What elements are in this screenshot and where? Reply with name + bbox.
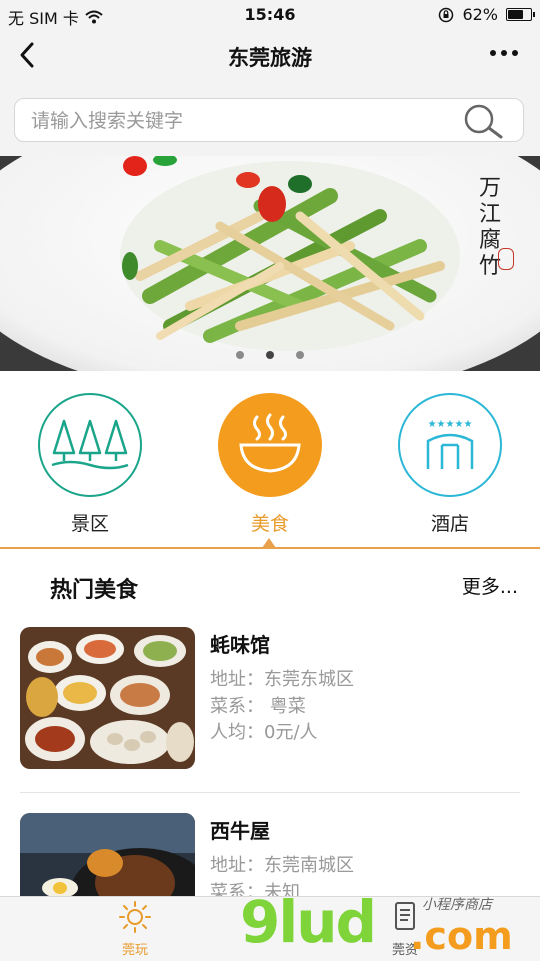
search-section xyxy=(0,82,540,156)
category-food[interactable]: 美食 xyxy=(215,393,325,536)
carousel-dot[interactable] xyxy=(236,351,244,359)
svg-text:★★★★★: ★★★★★ xyxy=(428,419,473,430)
category-scenic-circle xyxy=(38,393,142,497)
restaurant-cuisine: 菜系：未知 xyxy=(210,882,300,896)
tab-bar: 莞玩 莞资 xyxy=(0,896,540,961)
divider xyxy=(20,792,520,793)
tab-info-label: 莞资 xyxy=(391,943,418,958)
steaming-bowl-icon xyxy=(239,413,301,473)
category-food-label: 美食 xyxy=(250,513,289,535)
category-food-circle xyxy=(218,393,322,497)
restaurant-cuisine: 菜系： 粤菜 xyxy=(210,696,306,717)
tab-info[interactable]: 莞资 xyxy=(365,901,445,958)
rotation-lock-icon xyxy=(439,7,454,22)
category-scenic-label: 景区 xyxy=(70,513,109,535)
more-dot-icon xyxy=(512,50,518,56)
status-right: 62% xyxy=(438,5,535,24)
section-title: 热门美食 xyxy=(50,578,139,603)
more-dot-icon xyxy=(490,50,496,56)
restaurant-avg-price: 人均：0元/人 xyxy=(210,722,318,743)
hotel-icon: ★★★★★ xyxy=(426,419,474,469)
page-title: 东莞旅游 xyxy=(228,46,312,70)
restaurant-name: 西牛屋 xyxy=(210,819,270,843)
restaurant-thumbnail xyxy=(20,813,195,896)
restaurant-address: 地址：东莞东城区 xyxy=(210,669,354,690)
sun-icon xyxy=(119,901,151,933)
caption-char: 江 xyxy=(478,202,501,227)
trees-icon xyxy=(51,419,129,470)
carousel-dot-active[interactable] xyxy=(266,351,274,359)
caption-seal-icon xyxy=(498,248,514,270)
restaurant-name: 蚝味馆 xyxy=(210,633,270,657)
category-hotel-circle: ★★★★★ xyxy=(398,393,502,497)
battery-percent: 62% xyxy=(462,5,498,24)
banner-dish-image xyxy=(0,156,540,371)
nav-bar: 东莞旅游 xyxy=(0,30,540,82)
status-bar: 无 SIM 卡 15:46 62% xyxy=(0,0,540,30)
restaurant-address: 地址：东莞南城区 xyxy=(210,855,354,876)
category-hotel[interactable]: ★★★★★ 酒店 xyxy=(395,393,505,536)
document-icon xyxy=(395,902,415,930)
carousel-dot[interactable] xyxy=(296,351,304,359)
carousel-indicator xyxy=(0,351,540,359)
restaurant-card[interactable]: 蚝味馆 地址：东莞东城区 菜系： 粤菜 人均：0元/人 xyxy=(0,627,540,787)
restaurant-thumbnail xyxy=(20,627,195,769)
banner-carousel[interactable]: 万 江 腐 竹 xyxy=(0,156,540,371)
category-nav: 景区 美食 ★★★★★ 酒店 xyxy=(0,371,540,549)
battery-icon xyxy=(506,8,535,21)
search-icon[interactable] xyxy=(459,103,505,139)
category-hotel-label: 酒店 xyxy=(430,513,469,535)
more-menu-button[interactable] xyxy=(490,50,518,56)
restaurant-card[interactable]: 西牛屋 地址：东莞南城区 菜系：未知 xyxy=(0,813,540,896)
tab-play-label: 莞玩 xyxy=(121,943,148,958)
category-underline xyxy=(0,547,540,549)
more-link[interactable]: 更多... xyxy=(462,572,518,599)
more-dot-icon xyxy=(501,50,507,56)
battery-fill xyxy=(508,10,523,19)
caption-char: 万 xyxy=(478,176,501,201)
search-box xyxy=(14,98,524,142)
category-scenic[interactable]: 景区 xyxy=(35,393,145,536)
search-input[interactable] xyxy=(29,104,453,138)
section-header: 热门美食 更多... xyxy=(0,562,540,612)
tab-play[interactable]: 莞玩 xyxy=(95,901,175,958)
